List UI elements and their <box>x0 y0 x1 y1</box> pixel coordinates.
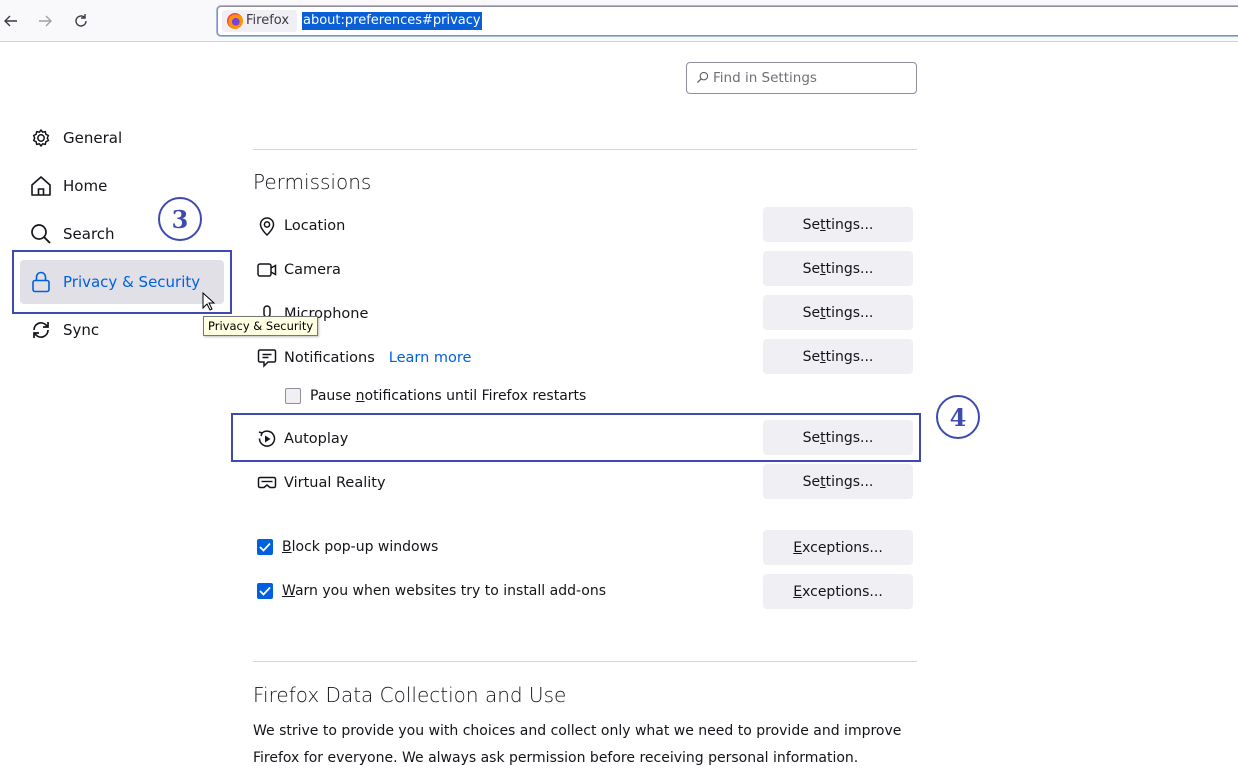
sidebar-item-general[interactable]: General <box>20 116 224 160</box>
search-icon <box>696 71 709 84</box>
data-collection-title: Firefox Data Collection and Use <box>253 683 567 707</box>
permission-label: Virtual Reality <box>284 475 386 491</box>
notification-icon <box>256 347 278 369</box>
pause-notifications-option[interactable]: Pause notifications until Firefox restar… <box>285 388 586 404</box>
url-text[interactable]: about:preferences#privacy <box>302 12 482 30</box>
reload-button[interactable] <box>68 8 94 34</box>
pause-notifications-checkbox[interactable] <box>285 388 301 404</box>
url-bar[interactable]: Firefox about:preferences#privacy <box>217 6 1238 36</box>
permission-label: Notifications <box>284 350 375 366</box>
firefox-logo-icon <box>227 13 243 29</box>
sidebar-item-label: Search <box>63 225 115 243</box>
annotation-step-3: 3 <box>158 197 202 241</box>
location-settings-button[interactable]: Se t tings... <box>763 207 913 242</box>
annotation-highlight-privacy <box>12 250 232 314</box>
search-icon <box>29 222 53 246</box>
camera-settings-button[interactable]: Se t tings... <box>763 251 913 286</box>
block-popups-checkbox[interactable] <box>257 539 273 555</box>
identity-box[interactable]: Firefox <box>222 10 298 32</box>
find-in-settings[interactable] <box>686 62 917 94</box>
sidebar-item-label: Sync <box>63 321 100 339</box>
sidebar-item-sync[interactable]: Sync <box>20 308 224 352</box>
permission-label: Autoplay <box>284 431 349 447</box>
browser-toolbar: Firefox about:preferences#privacy <box>0 0 1238 42</box>
warn-addons-label: Warn you when websites try to install ad… <box>282 583 607 599</box>
block-popups-label: Block pop-up windows <box>282 539 439 555</box>
checkmark-icon <box>259 542 271 552</box>
pause-notifications-label: Pause notifications until Firefox restar… <box>310 388 587 404</box>
warn-addons-checkbox[interactable] <box>257 583 273 599</box>
find-in-settings-input[interactable] <box>713 68 908 88</box>
back-button[interactable] <box>0 8 24 34</box>
sidebar-item-label: Home <box>63 177 108 195</box>
permission-camera: Camera <box>256 258 341 282</box>
addons-exceptions-button[interactable]: Exceptions... <box>763 574 913 609</box>
location-pin-icon <box>256 215 278 237</box>
permission-location: Location <box>256 214 345 238</box>
vr-headset-icon <box>256 472 278 494</box>
section-divider <box>253 149 917 150</box>
autoplay-settings-button[interactable]: Se t tings... <box>763 420 913 455</box>
microphone-settings-button[interactable]: Se t tings... <box>763 295 913 330</box>
reload-icon <box>75 14 87 27</box>
learn-more-link[interactable]: Learn more <box>389 350 472 366</box>
permission-label: Location <box>284 218 346 234</box>
section-divider <box>253 661 917 662</box>
permission-virtual-reality: Virtual Reality <box>256 471 386 495</box>
sidebar-item-label: General <box>63 129 123 147</box>
popup-exceptions-button[interactable]: Exceptions... <box>763 530 913 565</box>
camera-icon <box>256 259 278 281</box>
home-icon <box>29 174 53 198</box>
warn-addons-option[interactable]: Warn you when websites try to install ad… <box>257 583 606 599</box>
permissions-title: Permissions <box>253 170 372 194</box>
tooltip: Privacy & Security <box>203 316 319 336</box>
block-popups-option[interactable]: Block pop-up windows <box>257 539 438 555</box>
sync-icon <box>29 318 53 342</box>
arrow-right-icon <box>39 15 52 27</box>
annotation-step-4: 4 <box>936 395 980 439</box>
mouse-cursor-icon <box>202 292 216 311</box>
gear-icon <box>29 126 53 150</box>
permission-autoplay: Autoplay <box>256 427 348 451</box>
identity-label: Firefox <box>246 13 290 28</box>
permission-label: Camera <box>284 262 341 278</box>
forward-button[interactable] <box>32 8 58 34</box>
autoplay-icon <box>256 428 278 450</box>
checkmark-icon <box>259 586 271 596</box>
vr-settings-button[interactable]: Se t tings... <box>763 464 913 499</box>
permission-notifications: Notifications Learn more <box>256 346 471 370</box>
arrow-left-icon <box>4 15 17 27</box>
notifications-settings-button[interactable]: Se t tings... <box>763 339 913 374</box>
